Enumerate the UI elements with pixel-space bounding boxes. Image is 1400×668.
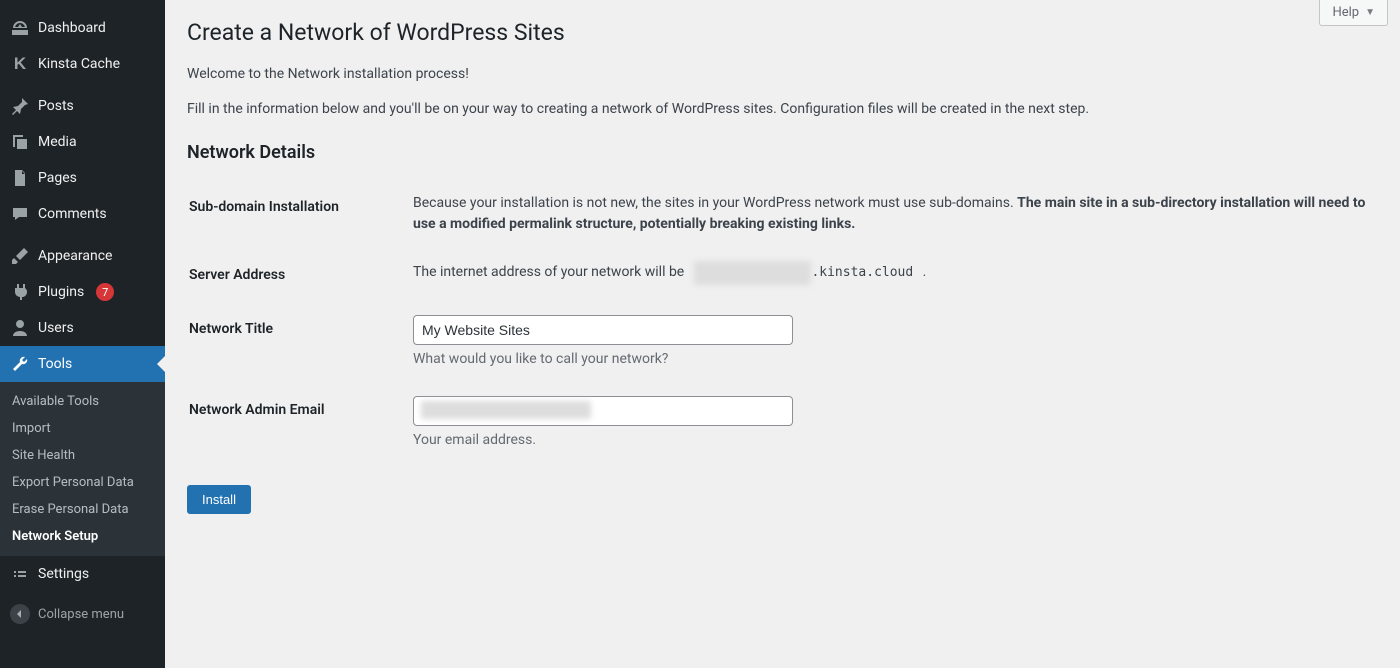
page-title: Create a Network of WordPress Sites [187, 10, 1378, 50]
sidebar-label: Users [38, 320, 74, 336]
collapse-label: Collapse menu [38, 607, 124, 622]
admin-email-label: Network Admin Email [189, 384, 411, 463]
network-title-label: Network Title [189, 303, 411, 382]
subitem-network-setup[interactable]: Network Setup [0, 523, 165, 550]
sidebar-item-pages[interactable]: Pages [0, 160, 165, 196]
pin-icon [10, 96, 30, 116]
network-title-input[interactable] [413, 315, 793, 345]
plugins-badge: 7 [96, 283, 114, 301]
settings-icon [10, 564, 30, 584]
help-label: Help [1332, 5, 1359, 20]
subdomain-desc: Because your installation is not new, th… [413, 181, 1376, 247]
sidebar-label: Dashboard [38, 20, 106, 36]
network-title-desc: What would you like to call your network… [413, 349, 1366, 370]
content-area: Help ▼ Create a Network of WordPress Sit… [165, 0, 1400, 668]
server-address-redacted: xxxxxxxxxxxxx [694, 261, 812, 285]
sidebar-item-comments[interactable]: Comments [0, 196, 165, 232]
sidebar-label: Plugins [38, 284, 84, 300]
collapse-menu[interactable]: Collapse menu [0, 596, 165, 632]
sidebar-item-dashboard[interactable]: Dashboard [0, 10, 165, 46]
intro-fill: Fill in the information below and you'll… [187, 99, 1378, 120]
comment-icon [10, 204, 30, 224]
network-form: Sub-domain Installation Because your ins… [187, 179, 1378, 465]
kinsta-icon: K [10, 54, 30, 74]
help-button[interactable]: Help ▼ [1319, 0, 1388, 26]
subitem-available-tools[interactable]: Available Tools [0, 388, 165, 415]
sidebar-label: Kinsta Cache [38, 56, 120, 72]
server-address-value: The internet address of your network wil… [413, 249, 1376, 301]
plugin-icon [10, 282, 30, 302]
subitem-erase-pd[interactable]: Erase Personal Data [0, 496, 165, 523]
sidebar-item-plugins[interactable]: Plugins 7 [0, 274, 165, 310]
admin-email-redacted [421, 401, 591, 419]
sidebar-item-media[interactable]: Media [0, 124, 165, 160]
user-icon [10, 318, 30, 338]
section-heading: Network Details [187, 134, 1378, 173]
page-icon [10, 168, 30, 188]
media-icon [10, 132, 30, 152]
sidebar-item-settings[interactable]: Settings [0, 556, 165, 592]
admin-sidebar: Dashboard K Kinsta Cache Posts Media Pag… [0, 0, 165, 668]
server-address-label: Server Address [189, 249, 411, 301]
chevron-down-icon: ▼ [1365, 7, 1375, 18]
collapse-icon [10, 604, 30, 624]
sidebar-label: Posts [38, 98, 74, 114]
subitem-export-pd[interactable]: Export Personal Data [0, 469, 165, 496]
sidebar-item-users[interactable]: Users [0, 310, 165, 346]
sidebar-item-kinsta-cache[interactable]: K Kinsta Cache [0, 46, 165, 82]
dashboard-icon [10, 18, 30, 38]
subdomain-label: Sub-domain Installation [189, 181, 411, 247]
sidebar-label: Pages [38, 170, 77, 186]
wrench-icon [10, 354, 30, 374]
sidebar-label: Media [38, 134, 77, 150]
tools-submenu: Available Tools Import Site Health Expor… [0, 382, 165, 556]
sidebar-item-appearance[interactable]: Appearance [0, 238, 165, 274]
sidebar-label: Appearance [38, 248, 112, 264]
install-button[interactable]: Install [187, 485, 251, 514]
sidebar-label: Settings [38, 566, 89, 582]
sidebar-label: Tools [38, 356, 72, 372]
subitem-site-health[interactable]: Site Health [0, 442, 165, 469]
sidebar-item-posts[interactable]: Posts [0, 88, 165, 124]
sidebar-label: Comments [38, 206, 107, 222]
intro-welcome: Welcome to the Network installation proc… [187, 64, 1378, 85]
sidebar-item-tools[interactable]: Tools [0, 346, 165, 382]
admin-email-desc: Your email address. [413, 430, 1366, 451]
subitem-import[interactable]: Import [0, 415, 165, 442]
brush-icon [10, 246, 30, 266]
